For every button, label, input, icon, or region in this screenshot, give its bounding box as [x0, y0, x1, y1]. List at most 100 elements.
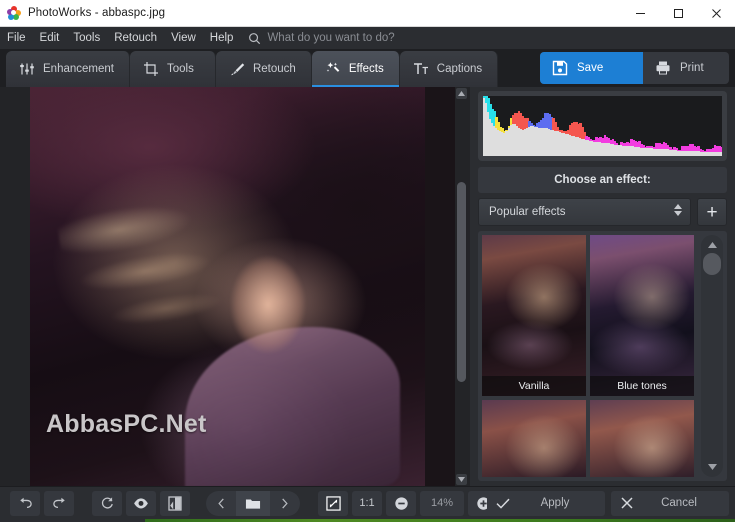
- menu-help[interactable]: Help: [203, 27, 241, 49]
- effect-category-row: Popular effects +: [478, 198, 727, 226]
- menu-edit[interactable]: Edit: [33, 27, 67, 49]
- choose-effect-header: Choose an effect:: [478, 167, 727, 193]
- prev-image-button[interactable]: [206, 491, 236, 516]
- menu-bar: File Edit Tools Retouch View Help What d…: [0, 27, 735, 49]
- apply-cancel-group: Apply Cancel: [487, 490, 729, 516]
- action-buttons: Save Print: [540, 52, 729, 84]
- minimize-icon: [635, 13, 645, 14]
- effect-thumb-vanilla[interactable]: Vanilla: [482, 235, 586, 396]
- file-navigation: [206, 490, 300, 516]
- chevron-right-icon: [282, 497, 288, 509]
- undo-button[interactable]: [10, 490, 40, 516]
- effects-scroll-thumb[interactable]: [703, 253, 721, 275]
- tab-list: Enhancement Tools Retouch Effects Captio…: [6, 51, 499, 87]
- canvas-area: AbbasPC.Net: [0, 87, 470, 486]
- watermark-text: AbbasPC.Net: [46, 410, 207, 438]
- tab-enhancement[interactable]: Enhancement: [6, 51, 130, 87]
- image-viewport[interactable]: AbbasPC.Net: [30, 87, 455, 486]
- title-bar: PhotoWorks - abbaspc.jpg: [0, 0, 735, 27]
- menu-view[interactable]: View: [164, 27, 203, 49]
- triangle-down-icon: [707, 464, 717, 470]
- view-group: [90, 490, 192, 516]
- floppy-disk-icon: [552, 60, 568, 76]
- photoworks-window: PhotoWorks - abbaspc.jpg File Edit Tools…: [0, 0, 735, 522]
- tab-retouch[interactable]: Retouch: [215, 51, 312, 87]
- preview-button[interactable]: [126, 490, 156, 516]
- cancel-label: Cancel: [661, 497, 697, 509]
- effect-thumb-blue-tones[interactable]: Blue tones: [590, 235, 694, 396]
- effects-row: Vanilla Blue tones: [482, 235, 695, 396]
- tab-label-captions: Captions: [436, 63, 483, 75]
- brush-icon: [230, 63, 245, 76]
- canvas-scroll-down-button[interactable]: [456, 474, 467, 485]
- tab-label-enhancement: Enhancement: [43, 63, 114, 75]
- save-button[interactable]: Save: [540, 52, 643, 84]
- menu-file[interactable]: File: [0, 27, 33, 49]
- compare-icon: [168, 495, 182, 511]
- reset-icon: [101, 496, 113, 508]
- crop-icon: [143, 62, 158, 76]
- close-button[interactable]: [697, 0, 735, 27]
- effects-grid: Vanilla Blue tones: [478, 231, 727, 481]
- tab-label-tools: Tools: [166, 63, 194, 75]
- cancel-button[interactable]: Cancel: [611, 490, 729, 516]
- fit-to-screen-icon: [325, 495, 341, 511]
- menu-retouch[interactable]: Retouch: [107, 27, 164, 49]
- x-icon: [611, 497, 643, 509]
- redo-button[interactable]: [44, 490, 74, 516]
- open-folder-button[interactable]: [236, 490, 270, 516]
- sliders-icon: [20, 63, 34, 75]
- window-controls: [621, 0, 735, 27]
- effect-label-blue-tones: Blue tones: [590, 376, 694, 396]
- redo-icon: [52, 497, 65, 508]
- effect-category-select[interactable]: Popular effects: [478, 198, 691, 226]
- close-icon: [711, 9, 721, 18]
- canvas-scroll-up-button[interactable]: [456, 88, 467, 99]
- maximize-button[interactable]: [659, 0, 697, 27]
- eye-icon: [134, 497, 148, 508]
- menu-tools[interactable]: Tools: [66, 27, 107, 49]
- canvas-vertical-scrollbar[interactable]: [455, 87, 468, 486]
- tab-label-retouch: Retouch: [252, 63, 296, 75]
- actual-size-button[interactable]: 1:1: [352, 490, 382, 516]
- magic-wand-icon: [326, 62, 340, 72]
- tab-tools[interactable]: Tools: [129, 51, 216, 87]
- effect-category-value: Popular effects: [489, 206, 566, 218]
- print-label: Print: [680, 62, 704, 74]
- compare-button[interactable]: [160, 490, 190, 516]
- search-icon: [249, 32, 261, 44]
- tab-label-effects: Effects: [348, 63, 384, 75]
- tell-me-search[interactable]: What do you want to do?: [248, 32, 395, 45]
- zoom-out-button[interactable]: [386, 490, 416, 516]
- minimize-button[interactable]: [621, 0, 659, 27]
- tab-effects[interactable]: Effects: [311, 51, 400, 87]
- next-image-button[interactable]: [270, 491, 300, 516]
- category-spinner[interactable]: [674, 204, 682, 216]
- effect-label-vanilla: Vanilla: [482, 376, 586, 396]
- apply-button[interactable]: Apply: [487, 490, 605, 516]
- print-button[interactable]: Print: [643, 52, 729, 84]
- add-effect-button[interactable]: +: [697, 198, 727, 226]
- apply-label: Apply: [540, 497, 570, 509]
- effects-panel: Choose an effect: Popular effects + Vani…: [470, 87, 735, 486]
- effects-vertical-scrollbar[interactable]: [701, 235, 723, 477]
- reset-button[interactable]: [92, 490, 122, 516]
- effects-scroll-down-button[interactable]: [705, 460, 719, 474]
- effect-thumb-4[interactable]: [590, 400, 694, 477]
- text-icon: [413, 63, 428, 74]
- check-icon: [487, 498, 519, 509]
- folder-icon: [245, 498, 261, 509]
- effect-thumb-3[interactable]: [482, 400, 586, 477]
- zoom-level-value[interactable]: 14%: [420, 490, 464, 516]
- fit-to-screen-button[interactable]: [318, 490, 348, 516]
- spinner-down-icon: [674, 211, 682, 216]
- effects-scroll-up-button[interactable]: [705, 238, 719, 252]
- effects-row: [482, 400, 695, 477]
- tab-captions[interactable]: Captions: [399, 51, 499, 87]
- tab-strip: Enhancement Tools Retouch Effects Captio…: [0, 49, 735, 87]
- triangle-down-icon: [458, 477, 465, 482]
- canvas-scroll-thumb[interactable]: [457, 182, 466, 382]
- maximize-icon: [673, 9, 683, 18]
- triangle-up-icon: [707, 242, 717, 248]
- minus-circle-icon: [394, 496, 408, 510]
